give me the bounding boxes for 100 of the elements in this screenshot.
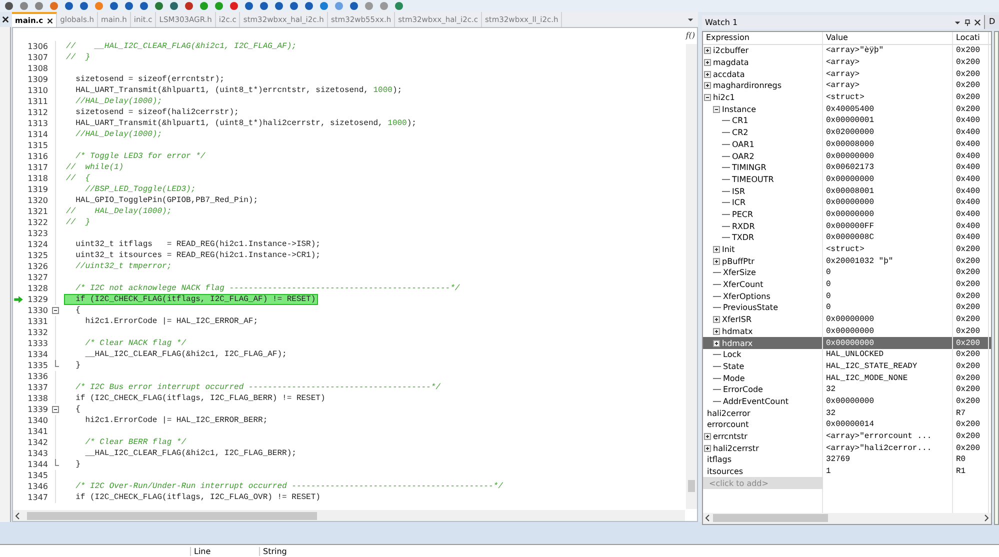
watch-row[interactable]: hali2cerrstr <array>"hali2cerror... 0x200 bbox=[703, 442, 991, 454]
expand-icon[interactable] bbox=[713, 246, 720, 254]
watch-row[interactable]: PECR 0x00000000 0x400 bbox=[703, 208, 991, 220]
watch-row[interactable]: OAR2 0x00000000 0x400 bbox=[703, 150, 991, 162]
location-cell-text: 0x200 bbox=[955, 58, 980, 68]
value-cell-text: 0x00000000 bbox=[825, 174, 874, 184]
location-cell-text: 0x400 bbox=[955, 128, 980, 138]
watch-row[interactable]: OAR1 0x00008000 0x400 bbox=[703, 138, 991, 150]
watch-row[interactable]: CR1 0x00000001 0x400 bbox=[703, 115, 991, 127]
expand-icon[interactable] bbox=[704, 47, 711, 54]
location-cell-text: R0 bbox=[955, 455, 966, 464]
watch-row[interactable]: Lock HAL_UNLOCKED 0x200 bbox=[703, 348, 991, 361]
watch-row[interactable]: XferCount 0 0x200 bbox=[703, 278, 991, 290]
code-line: if (I2C_CHECK_FLAG(itflags, I2C_FLAG_BERR) != RESET) bbox=[74, 394, 326, 403]
horizontal-scrollbar[interactable] bbox=[13, 510, 685, 521]
line-number: 1344 bbox=[26, 460, 48, 469]
expand-icon[interactable] bbox=[713, 316, 720, 324]
expression-cell: ISR bbox=[732, 186, 745, 196]
collapse-icon[interactable] bbox=[713, 106, 720, 113]
watch-row[interactable]: PreviousState 0 0x200 bbox=[703, 302, 991, 314]
column-header[interactable]: Line bbox=[190, 547, 259, 556]
code-line: //uint32_t tmperror; bbox=[74, 262, 173, 271]
expression-cell: XferCount bbox=[723, 280, 764, 290]
watch-row[interactable]: hali2cerror 32 R7 bbox=[703, 407, 991, 419]
expression-cell: Mode bbox=[723, 374, 745, 383]
value-cell-text: 0x00000000 bbox=[825, 396, 874, 406]
watch-row[interactable]: errcntstr <array>"errorcount ... 0x200 bbox=[703, 430, 991, 442]
watch-row[interactable]: RXDR 0x000000FF 0x400 bbox=[703, 220, 991, 232]
watch-row[interactable]: maghardironregs <array> 0x200 bbox=[703, 80, 991, 92]
expression-cell: pBuffPtr bbox=[722, 256, 754, 266]
watch-row[interactable]: pBuffPtr 0x20001032 "þ" 0x200 bbox=[703, 255, 991, 268]
dropdown-icon[interactable] bbox=[954, 18, 961, 26]
line-number: 1321 bbox=[26, 207, 48, 216]
horizontal-scrollbar[interactable] bbox=[703, 512, 991, 524]
code-line: HAL_GPIO_TogglePin(GPIOB,PB7_Red_Pin); bbox=[74, 196, 260, 205]
close-icon[interactable] bbox=[47, 18, 54, 24]
panel-tab[interactable]: D bbox=[984, 15, 999, 29]
watch-row[interactable]: TIMEOUTR 0x00000000 0x400 bbox=[703, 174, 991, 186]
watch-row[interactable]: accdata <array> 0x200 bbox=[703, 68, 991, 80]
watch-row[interactable]: State HAL_I2C_STATE_READY 0x200 bbox=[703, 360, 991, 372]
location-cell-text: 0x200 bbox=[955, 104, 980, 114]
expand-icon[interactable] bbox=[704, 433, 711, 440]
watch-row[interactable]: i2cbuffer <array>"èÿþ" 0x200 bbox=[703, 45, 991, 57]
expression-cell: XferOptions bbox=[723, 292, 770, 301]
location-cell-text: 0x200 bbox=[955, 315, 980, 324]
value-cell-text: 0x000000FF bbox=[825, 222, 874, 231]
line-number: 1312 bbox=[26, 108, 48, 117]
watch-row[interactable]: TXDR 0x0000008C 0x400 bbox=[703, 232, 991, 244]
expand-icon[interactable] bbox=[704, 59, 711, 66]
vertical-scrollbar[interactable] bbox=[686, 44, 697, 509]
expand-icon[interactable] bbox=[704, 82, 711, 90]
line-number: 1339 bbox=[26, 405, 48, 414]
pin-icon[interactable] bbox=[964, 18, 971, 26]
column-header[interactable]: String bbox=[259, 547, 328, 556]
watch-row[interactable]: XferISR 0x00000000 0x200 bbox=[703, 314, 991, 326]
function-list-button[interactable]: f() bbox=[686, 31, 695, 40]
watch-row[interactable]: errorcount 0x00000014 0x200 bbox=[703, 419, 991, 431]
panel-title: Watch 1 bbox=[705, 18, 739, 26]
code-line: uint32_t itsources = READ_REG(hi2c1.Instance->CR1); bbox=[74, 251, 322, 260]
watch-row[interactable]: Instance 0x40005400 0x200 bbox=[703, 103, 991, 116]
location-cell-text: 0x200 bbox=[955, 292, 980, 301]
value-cell-text: 0 bbox=[825, 303, 831, 312]
code-line: //HAL_Delay(1000); bbox=[74, 130, 164, 139]
dropdown-icon[interactable] bbox=[687, 16, 694, 23]
watch-row[interactable]: TIMINGR 0x00602173 0x400 bbox=[703, 162, 991, 174]
watch-row[interactable]: ErrorCode 32 0x200 bbox=[703, 384, 991, 396]
column-header[interactable]: Expression bbox=[703, 32, 823, 44]
close-icon[interactable] bbox=[2, 16, 8, 23]
watch-row[interactable]: Mode HAL_I2C_MODE_NONE 0x200 bbox=[703, 372, 991, 384]
close-icon[interactable] bbox=[974, 18, 981, 26]
watch-row[interactable]: XferOptions 0 0x200 bbox=[703, 290, 991, 302]
column-header[interactable]: Locati bbox=[953, 32, 989, 44]
watch-row[interactable]: ICR 0x00000000 0x400 bbox=[703, 196, 991, 209]
watch-row[interactable]: magdata <array> 0x200 bbox=[703, 56, 991, 68]
expand-icon[interactable] bbox=[704, 444, 711, 452]
collapse-icon[interactable] bbox=[52, 307, 59, 314]
watch-row[interactable]: Init <struct> 0x200 bbox=[703, 244, 991, 256]
location-cell-text: 0x400 bbox=[955, 116, 980, 126]
watch-row[interactable]: XferSize 0 0x200 bbox=[703, 267, 991, 279]
watch-row[interactable]: AddrEventCount 0x00000000 0x200 bbox=[703, 396, 991, 408]
expand-icon[interactable] bbox=[713, 340, 720, 347]
watch-row[interactable]: itflags 32769 R0 bbox=[703, 454, 991, 466]
code-line: /* Clear BERR flag */ bbox=[84, 438, 188, 447]
column-header[interactable]: Value bbox=[823, 32, 953, 44]
line-number: 1318 bbox=[26, 174, 48, 183]
expression-cell: Lock bbox=[723, 350, 742, 360]
line-number: 1323 bbox=[26, 229, 48, 238]
expand-icon[interactable] bbox=[704, 70, 711, 78]
code-line: { bbox=[74, 405, 82, 414]
watch-row[interactable]: CR2 0x02000000 0x400 bbox=[703, 126, 991, 138]
watch-row[interactable]: hi2c1 <struct> 0x200 bbox=[703, 92, 991, 104]
watch-row[interactable]: ISR 0x00008001 0x400 bbox=[703, 185, 991, 197]
expand-icon[interactable] bbox=[713, 258, 720, 265]
collapse-icon[interactable] bbox=[52, 406, 59, 413]
value-cell-text: <struct> bbox=[825, 93, 864, 102]
expand-icon[interactable] bbox=[713, 328, 720, 335]
expression-cell: ErrorCode bbox=[723, 385, 763, 394]
collapse-icon[interactable] bbox=[704, 94, 711, 102]
watch-row[interactable]: hdmarx 0x00000000 0x200 bbox=[703, 337, 991, 349]
code-line: if (I2C_CHECK_FLAG(itflags, I2C_FLAG_OVR) != RESET) bbox=[74, 493, 322, 502]
